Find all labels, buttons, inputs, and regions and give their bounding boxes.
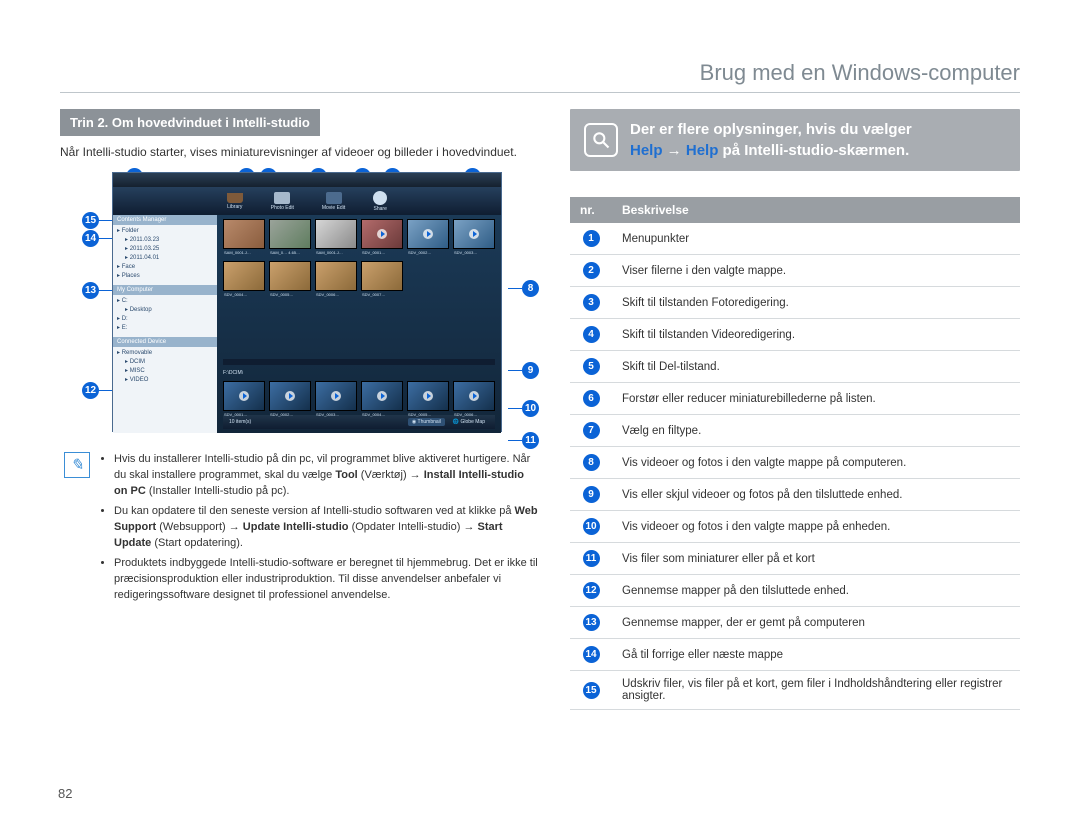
table-row: 1 Menupunkter bbox=[570, 223, 1020, 255]
thumbnail-area: SAM_0001.J… SAM_0… 4.65… SAM_0001.J… SDV… bbox=[217, 215, 501, 433]
page-number: 82 bbox=[58, 786, 72, 801]
row-desc: Gå til forrige eller næste mappe bbox=[612, 639, 1020, 671]
row-number-badge: 4 bbox=[583, 326, 600, 343]
tip-line2: på Intelli-studio-skærmen. bbox=[718, 142, 909, 159]
note-item: Du kan opdatere til den seneste version … bbox=[114, 504, 540, 552]
table-row: 3 Skift til tilstanden Fotoredigering. bbox=[570, 287, 1020, 319]
description-table: nr. Beskrivelse 1 Menupunkter 2 Viser filer… bbox=[570, 197, 1020, 710]
row-number-badge: 11 bbox=[583, 550, 600, 567]
intelli-studio-window: Library Photo Edit Movie Edit Share Cont… bbox=[112, 172, 502, 432]
table-row: 14 Gå til forrige eller næste mappe bbox=[570, 639, 1020, 671]
table-row: 6 Forstør eller reducer miniaturebilleder… bbox=[570, 383, 1020, 415]
col-nr: nr. bbox=[570, 197, 612, 223]
page-title: Brug med en Windows-computer bbox=[60, 60, 1020, 86]
note-item: Hvis du installerer Intelli-studio på di… bbox=[114, 452, 540, 500]
callout-8: 8 bbox=[522, 280, 539, 297]
row-number-badge: 7 bbox=[583, 422, 600, 439]
table-row: 9 Vis eller skjul videoer og fotos på den… bbox=[570, 479, 1020, 511]
row-number-badge: 9 bbox=[583, 486, 600, 503]
row-desc: Skift til tilstanden Videoredigering. bbox=[612, 319, 1020, 351]
row-desc: Gennemse mapper, der er gemt på computer… bbox=[612, 607, 1020, 639]
tip-line1: Der er flere oplysninger, hvis du vælger bbox=[630, 121, 912, 138]
divider bbox=[60, 92, 1020, 93]
sidebar: Contents Manager ▸ Folder ▸ 2011.03.23 ▸… bbox=[113, 215, 217, 433]
callout-12: 12 bbox=[82, 382, 99, 399]
title-bar bbox=[113, 173, 501, 187]
row-desc: Viser filerne i den valgte mappe. bbox=[612, 255, 1020, 287]
tip-box: Der er flere oplysninger, hvis du vælger… bbox=[570, 109, 1020, 171]
row-number-badge: 8 bbox=[583, 454, 600, 471]
magnifier-icon bbox=[584, 123, 618, 157]
row-desc: Gennemse mapper på den tilsluttede enhed… bbox=[612, 575, 1020, 607]
step-header: Trin 2. Om hovedvinduet i Intelli-studio bbox=[60, 109, 320, 136]
help-link-2: Help bbox=[686, 142, 719, 159]
note-icon: ✎ bbox=[64, 452, 90, 478]
row-number-badge: 10 bbox=[583, 518, 600, 535]
col-desc: Beskrivelse bbox=[612, 197, 1020, 223]
row-number-badge: 2 bbox=[583, 262, 600, 279]
row-desc: Vælg en filtype. bbox=[612, 415, 1020, 447]
table-row: 11 Vis filer som miniaturer eller på et k… bbox=[570, 543, 1020, 575]
callout-9: 9 bbox=[522, 362, 539, 379]
row-number-badge: 6 bbox=[583, 390, 600, 407]
row-number-badge: 15 bbox=[583, 682, 600, 699]
row-desc: Vis filer som miniaturer eller på et kor… bbox=[612, 543, 1020, 575]
row-number-badge: 14 bbox=[583, 646, 600, 663]
row-desc: Vis videoer og fotos i den valgte mappe … bbox=[612, 511, 1020, 543]
row-number-badge: 3 bbox=[583, 294, 600, 311]
table-row: 4 Skift til tilstanden Videoredigering. bbox=[570, 319, 1020, 351]
row-desc: Skift til Del-tilstand. bbox=[612, 351, 1020, 383]
table-row: 15 Udskriv filer, vis filer på et kort, g… bbox=[570, 671, 1020, 710]
row-desc: Menupunkter bbox=[612, 223, 1020, 255]
table-row: 8 Vis videoer og fotos i den valgte mappe… bbox=[570, 447, 1020, 479]
table-row: 12 Gennemse mapper på den tilsluttede enh… bbox=[570, 575, 1020, 607]
row-number-badge: 13 bbox=[583, 614, 600, 631]
intro-text: Når Intelli-studio starter, vises miniat… bbox=[60, 144, 540, 160]
row-desc: Skift til tilstanden Fotoredigering. bbox=[612, 287, 1020, 319]
note-box: ✎ Hvis du installerer Intelli-studio på … bbox=[64, 452, 540, 607]
mode-tabs: Library Photo Edit Movie Edit Share bbox=[113, 187, 501, 215]
table-row: 13 Gennemse mapper, der er gemt på comput… bbox=[570, 607, 1020, 639]
screenshot-figure: 1 2 3 4 5 6 7 15 14 13 12 8 9 10 11 bbox=[84, 172, 524, 432]
table-row: 7 Vælg en filtype. bbox=[570, 415, 1020, 447]
row-number-badge: 5 bbox=[583, 358, 600, 375]
note-item: Produktets indbyggede Intelli-studio-sof… bbox=[114, 556, 540, 604]
callout-13: 13 bbox=[82, 282, 99, 299]
row-number-badge: 12 bbox=[583, 582, 600, 599]
table-row: 10 Vis videoer og fotos i den valgte mapp… bbox=[570, 511, 1020, 543]
row-number-badge: 1 bbox=[583, 230, 600, 247]
callout-11: 11 bbox=[522, 432, 539, 449]
callout-14: 14 bbox=[82, 230, 99, 247]
callout-10: 10 bbox=[522, 400, 539, 417]
help-link-1: Help bbox=[630, 142, 663, 159]
callout-15: 15 bbox=[82, 212, 99, 229]
table-row: 2 Viser filerne i den valgte mappe. bbox=[570, 255, 1020, 287]
row-desc: Forstør eller reducer miniaturebilledern… bbox=[612, 383, 1020, 415]
row-desc: Udskriv filer, vis filer på et kort, gem… bbox=[612, 671, 1020, 710]
table-row: 5 Skift til Del-tilstand. bbox=[570, 351, 1020, 383]
row-desc: Vis eller skjul videoer og fotos på den … bbox=[612, 479, 1020, 511]
row-desc: Vis videoer og fotos i den valgte mappe … bbox=[612, 447, 1020, 479]
